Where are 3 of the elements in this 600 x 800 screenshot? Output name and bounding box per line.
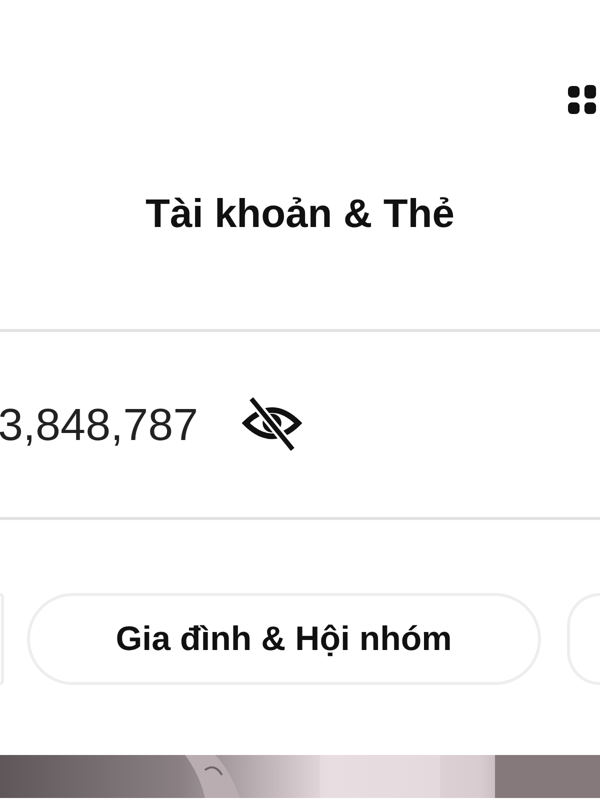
grid-menu-icon[interactable]: [568, 84, 597, 115]
page-title: Tài khoản & Thẻ: [146, 192, 454, 237]
chip-button[interactable]: Gia đình & Hội nhóm: [26, 593, 541, 685]
